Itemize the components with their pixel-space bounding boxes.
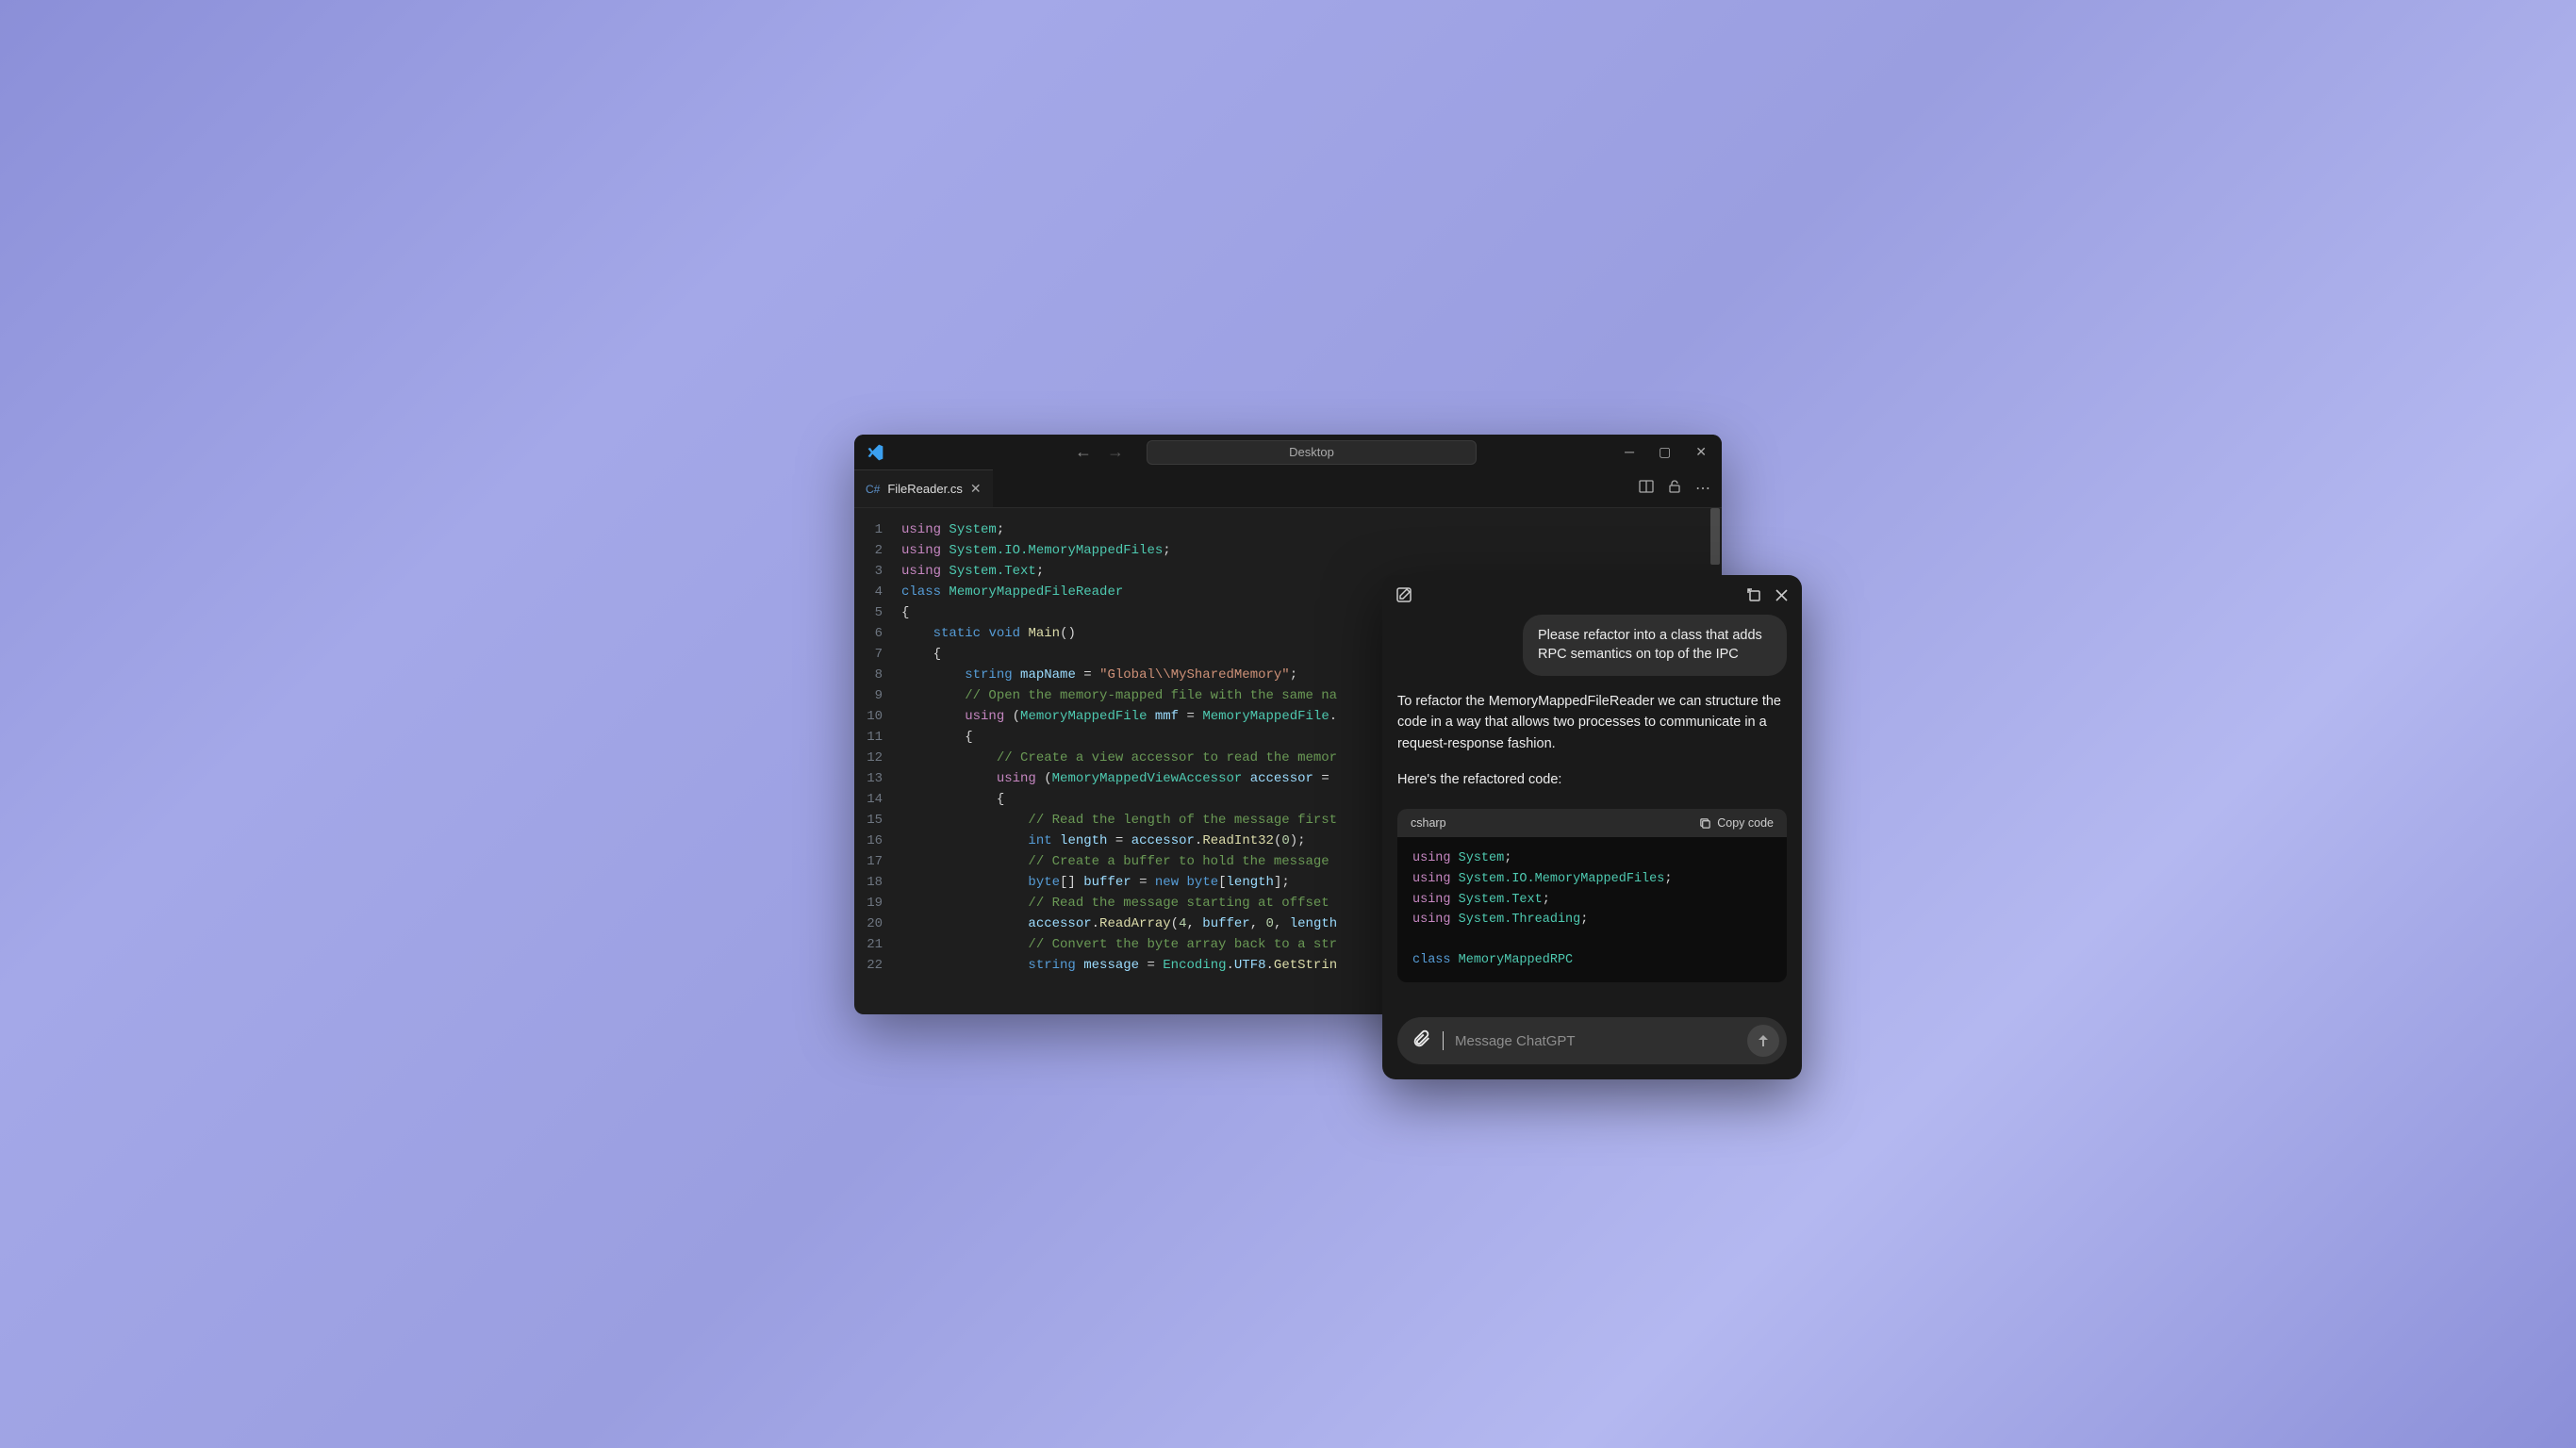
code-text: static void Main() bbox=[901, 623, 1076, 644]
scrollbar-thumb[interactable] bbox=[1710, 508, 1720, 565]
code-line: class MemoryMappedRPC bbox=[1412, 950, 1772, 971]
code-text: { bbox=[901, 789, 1004, 810]
code-line: 2using System.IO.MemoryMappedFiles; bbox=[854, 540, 1722, 561]
chat-header bbox=[1382, 575, 1802, 615]
split-editor-icon[interactable] bbox=[1639, 479, 1654, 499]
line-number: 12 bbox=[854, 748, 901, 768]
close-chat-icon[interactable] bbox=[1775, 587, 1789, 602]
line-number: 3 bbox=[854, 561, 901, 582]
line-number: 7 bbox=[854, 644, 901, 665]
chat-input[interactable] bbox=[1455, 1033, 1736, 1049]
code-block-content[interactable]: using System;using System.IO.MemoryMappe… bbox=[1397, 837, 1787, 982]
line-number: 8 bbox=[854, 665, 901, 685]
minimize-icon[interactable]: ─ bbox=[1621, 440, 1638, 464]
input-cursor bbox=[1443, 1031, 1444, 1050]
lock-icon[interactable] bbox=[1667, 479, 1682, 499]
code-block-header: csharp Copy code bbox=[1397, 809, 1787, 837]
code-line: using System; bbox=[1412, 848, 1772, 869]
line-number: 19 bbox=[854, 893, 901, 913]
code-text: accessor.ReadArray(4, buffer, 0, length bbox=[901, 913, 1337, 934]
copy-icon bbox=[1699, 817, 1711, 830]
user-message: Please refactor into a class that adds R… bbox=[1523, 615, 1787, 676]
chat-input-box bbox=[1397, 1017, 1787, 1064]
code-text: // Convert the byte array back to a str bbox=[901, 934, 1337, 955]
line-number: 10 bbox=[854, 706, 901, 727]
close-window-icon[interactable]: ✕ bbox=[1692, 440, 1710, 464]
code-line: using System.IO.MemoryMappedFiles; bbox=[1412, 869, 1772, 890]
code-text: using (MemoryMappedFile mmf = MemoryMapp… bbox=[901, 706, 1337, 727]
command-center-text: Desktop bbox=[1289, 445, 1334, 459]
tab-filereader[interactable]: C# FileReader.cs ✕ bbox=[854, 469, 993, 507]
tab-close-icon[interactable]: ✕ bbox=[970, 481, 982, 497]
line-number: 9 bbox=[854, 685, 901, 706]
nav-back-icon[interactable]: ← bbox=[1069, 440, 1098, 464]
assistant-paragraph-1: To refactor the MemoryMappedFileReader w… bbox=[1397, 691, 1787, 754]
chat-input-area bbox=[1382, 1006, 1802, 1079]
code-line: using System.Text; bbox=[1412, 890, 1772, 911]
code-text: string message = Encoding.UTF8.GetStrin bbox=[901, 955, 1337, 976]
chatgpt-window: Please refactor into a class that adds R… bbox=[1382, 575, 1802, 1079]
line-number: 6 bbox=[854, 623, 901, 644]
tab-filename: FileReader.cs bbox=[887, 482, 962, 496]
copy-code-button[interactable]: Copy code bbox=[1699, 816, 1774, 830]
arrow-up-icon bbox=[1756, 1033, 1771, 1048]
line-number: 22 bbox=[854, 955, 901, 976]
line-number: 20 bbox=[854, 913, 901, 934]
code-text: using System.Text; bbox=[901, 561, 1044, 582]
code-text: string mapName = "Global\\MySharedMemory… bbox=[901, 665, 1297, 685]
assistant-paragraph-2: Here's the refactored code: bbox=[1397, 769, 1787, 790]
code-line: using System.Threading; bbox=[1412, 910, 1772, 930]
command-center[interactable]: Desktop bbox=[1147, 440, 1477, 465]
more-actions-icon[interactable]: ⋯ bbox=[1695, 479, 1710, 499]
code-language-label: csharp bbox=[1411, 816, 1446, 830]
expand-icon[interactable] bbox=[1746, 587, 1761, 602]
titlebar: ← → Desktop ─ ▢ ✕ bbox=[854, 435, 1722, 470]
code-text: using (MemoryMappedViewAccessor accessor… bbox=[901, 768, 1337, 789]
code-text: // Open the memory-mapped file with the … bbox=[901, 685, 1337, 706]
code-line: 1using System; bbox=[854, 519, 1722, 540]
code-text: // Create a buffer to hold the message bbox=[901, 851, 1337, 872]
code-text: { bbox=[901, 727, 973, 748]
code-text: { bbox=[901, 644, 941, 665]
code-block: csharp Copy code using System;using Syst… bbox=[1397, 809, 1787, 982]
line-number: 18 bbox=[854, 872, 901, 893]
code-text: using System.IO.MemoryMappedFiles; bbox=[901, 540, 1171, 561]
csharp-file-icon: C# bbox=[866, 483, 880, 496]
code-text: { bbox=[901, 602, 909, 623]
line-number: 17 bbox=[854, 851, 901, 872]
code-text: int length = accessor.ReadInt32(0); bbox=[901, 831, 1306, 851]
new-chat-icon[interactable] bbox=[1395, 586, 1412, 603]
code-text: using System; bbox=[901, 519, 1004, 540]
nav-forward-icon[interactable]: → bbox=[1101, 440, 1130, 464]
code-text: // Read the message starting at offset bbox=[901, 893, 1337, 913]
code-text: // Create a view accessor to read the me… bbox=[901, 748, 1337, 768]
code-text: // Read the length of the message first bbox=[901, 810, 1337, 831]
code-text: class MemoryMappedFileReader bbox=[901, 582, 1123, 602]
copy-code-label: Copy code bbox=[1717, 816, 1774, 830]
line-number: 1 bbox=[854, 519, 901, 540]
attach-icon[interactable] bbox=[1411, 1028, 1431, 1054]
line-number: 5 bbox=[854, 602, 901, 623]
tab-bar: C# FileReader.cs ✕ ⋯ bbox=[854, 470, 1722, 508]
line-number: 16 bbox=[854, 831, 901, 851]
code-line bbox=[1412, 930, 1772, 951]
line-number: 21 bbox=[854, 934, 901, 955]
code-text: byte[] buffer = new byte[length]; bbox=[901, 872, 1290, 893]
chat-body: Please refactor into a class that adds R… bbox=[1382, 615, 1802, 1006]
line-number: 13 bbox=[854, 768, 901, 789]
line-number: 15 bbox=[854, 810, 901, 831]
line-number: 11 bbox=[854, 727, 901, 748]
maximize-icon[interactable]: ▢ bbox=[1655, 440, 1675, 464]
line-number: 14 bbox=[854, 789, 901, 810]
line-number: 2 bbox=[854, 540, 901, 561]
vscode-logo-icon bbox=[866, 443, 884, 462]
send-button[interactable] bbox=[1747, 1025, 1779, 1057]
line-number: 4 bbox=[854, 582, 901, 602]
